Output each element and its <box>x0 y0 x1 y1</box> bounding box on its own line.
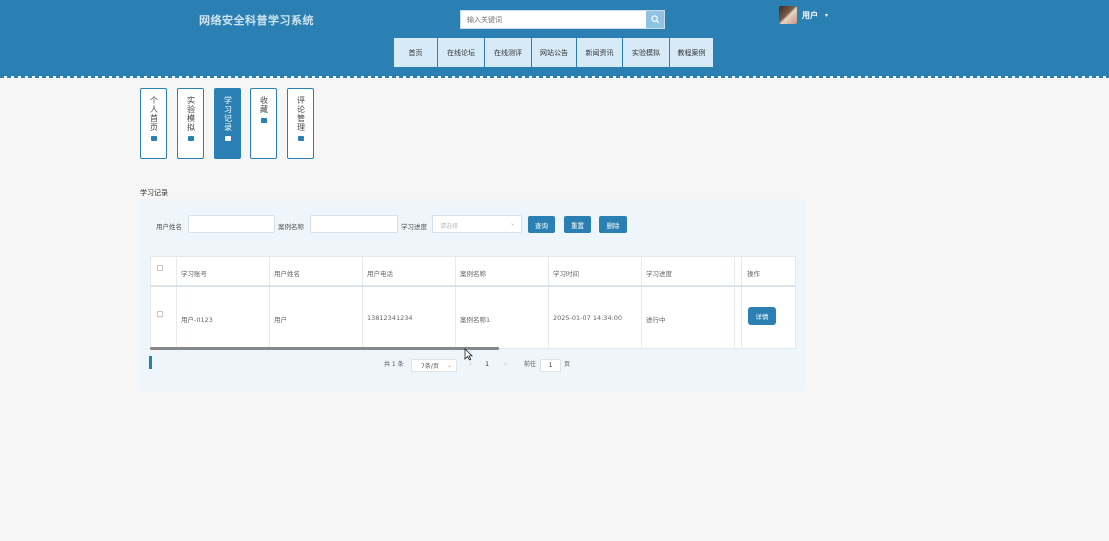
cell-time: 2025-01-07 14:34:00 <box>553 314 623 322</box>
row-checkbox[interactable] <box>157 311 163 317</box>
chevron-down-icon: ⌄ <box>509 220 515 227</box>
horizontal-scrollbar[interactable] <box>150 347 499 350</box>
tab-label: 个人首页 <box>149 96 159 132</box>
tab-icon <box>260 118 267 123</box>
select-all-checkbox[interactable] <box>157 265 163 271</box>
avatar[interactable] <box>779 6 797 24</box>
page-size-select[interactable]: 7条/页 ⌄ <box>411 359 457 372</box>
study-record-table: 学习账号 用户姓名 用户电话 案例名称 学习时间 学习进度 操作 用户-0123… <box>150 256 796 349</box>
main-nav: 首页 在线论坛 在线测评 网站公告 新闻资讯 实验模拟 教程案例 <box>394 38 713 67</box>
column-header[interactable]: 学习进度 <box>646 268 672 278</box>
tab-label: 学习记录 <box>223 96 233 132</box>
chevron-down-icon: ⌄ <box>446 362 452 369</box>
cell-account: 用户-0123 <box>181 316 213 324</box>
tab-icon <box>297 136 304 141</box>
current-page[interactable]: 1 <box>485 360 489 368</box>
page-size-value: 7条/页 <box>421 363 439 370</box>
column-divider <box>741 257 742 348</box>
cell-case: 案例名称1 <box>460 316 491 324</box>
column-divider <box>548 257 549 348</box>
case-name-filter-label: 案例名称 <box>278 223 304 231</box>
column-header[interactable]: 案例名称 <box>460 268 486 278</box>
tab-comments[interactable]: 评论管理 <box>287 88 314 159</box>
cell-progress: 进行中 <box>646 316 666 324</box>
tab-icon <box>150 136 157 141</box>
search-input[interactable] <box>461 11 646 28</box>
nav-item-news[interactable]: 新闻资讯 <box>577 38 623 67</box>
mouse-cursor-icon <box>464 348 473 361</box>
next-page-button[interactable]: › <box>504 360 507 368</box>
tab-favorites[interactable]: 收藏 <box>250 88 277 159</box>
nav-item-tutorial[interactable]: 教程案例 <box>670 38 713 67</box>
cell-name: 用户 <box>274 316 287 324</box>
column-header[interactable]: 用户姓名 <box>274 268 300 278</box>
delete-button[interactable]: 删除 <box>599 216 627 233</box>
user-name-filter-input[interactable] <box>188 215 275 233</box>
progress-filter-label: 学习进度 <box>401 223 427 231</box>
tab-icon <box>187 136 194 141</box>
progress-select[interactable]: 请选择 ⌄ <box>432 215 522 233</box>
column-header[interactable]: 学习时间 <box>553 268 579 278</box>
pagination-total: 共 1 条 <box>384 361 404 368</box>
tab-lab[interactable]: 实验模拟 <box>177 88 204 159</box>
column-divider <box>269 257 270 348</box>
column-header[interactable]: 学习账号 <box>181 268 207 278</box>
site-title[interactable]: 网络安全科普学习系统 <box>199 12 314 28</box>
user-name-filter-label: 用户姓名 <box>156 223 182 231</box>
user-menu[interactable]: 用户 ▾ <box>779 6 828 24</box>
column-divider <box>641 257 642 348</box>
reset-button[interactable]: 重置 <box>564 216 591 233</box>
goto-page-input[interactable]: 1 <box>540 359 561 372</box>
tab-label: 收藏 <box>259 96 269 114</box>
column-divider <box>734 257 735 348</box>
query-button[interactable]: 查询 <box>528 216 555 233</box>
chevron-down-icon[interactable]: ▾ <box>825 12 828 19</box>
cell-phone: 13812341234 <box>367 314 413 322</box>
nav-item-lab[interactable]: 实验模拟 <box>623 38 670 67</box>
search-button[interactable] <box>646 11 664 28</box>
tab-label: 实验模拟 <box>186 96 196 132</box>
tab-icon <box>224 136 231 141</box>
top-header: 网络安全科普学习系统 用户 ▾ 首页 在线论坛 在线测评 网站公告 新闻资讯 实… <box>0 0 1109 78</box>
header-divider <box>151 285 795 287</box>
detail-button[interactable]: 详情 <box>748 307 776 325</box>
nav-item-test[interactable]: 在线测评 <box>485 38 532 67</box>
tab-profile[interactable]: 个人首页 <box>140 88 167 159</box>
case-name-filter-input[interactable] <box>310 215 398 233</box>
nav-item-forum[interactable]: 在线论坛 <box>438 38 485 67</box>
goto-label: 前往 <box>524 361 537 368</box>
column-header[interactable]: 用户电话 <box>367 268 393 278</box>
accent-bar <box>149 356 152 369</box>
tab-label: 评论管理 <box>296 96 306 132</box>
tab-study-record[interactable]: 学习记录 <box>214 88 241 159</box>
column-divider <box>362 257 363 348</box>
column-divider <box>455 257 456 348</box>
nav-item-home[interactable]: 首页 <box>394 38 438 67</box>
nav-item-notice[interactable]: 网站公告 <box>532 38 577 67</box>
prev-page-button[interactable]: ‹ <box>469 360 472 368</box>
user-name[interactable]: 用户 <box>802 10 818 21</box>
search-box <box>460 10 665 29</box>
column-divider <box>176 257 177 348</box>
progress-select-placeholder: 请选择 <box>440 223 459 230</box>
page-unit-label: 页 <box>564 361 571 368</box>
column-header: 操作 <box>747 270 760 278</box>
search-icon <box>650 15 659 24</box>
section-title: 学习记录 <box>140 189 168 197</box>
